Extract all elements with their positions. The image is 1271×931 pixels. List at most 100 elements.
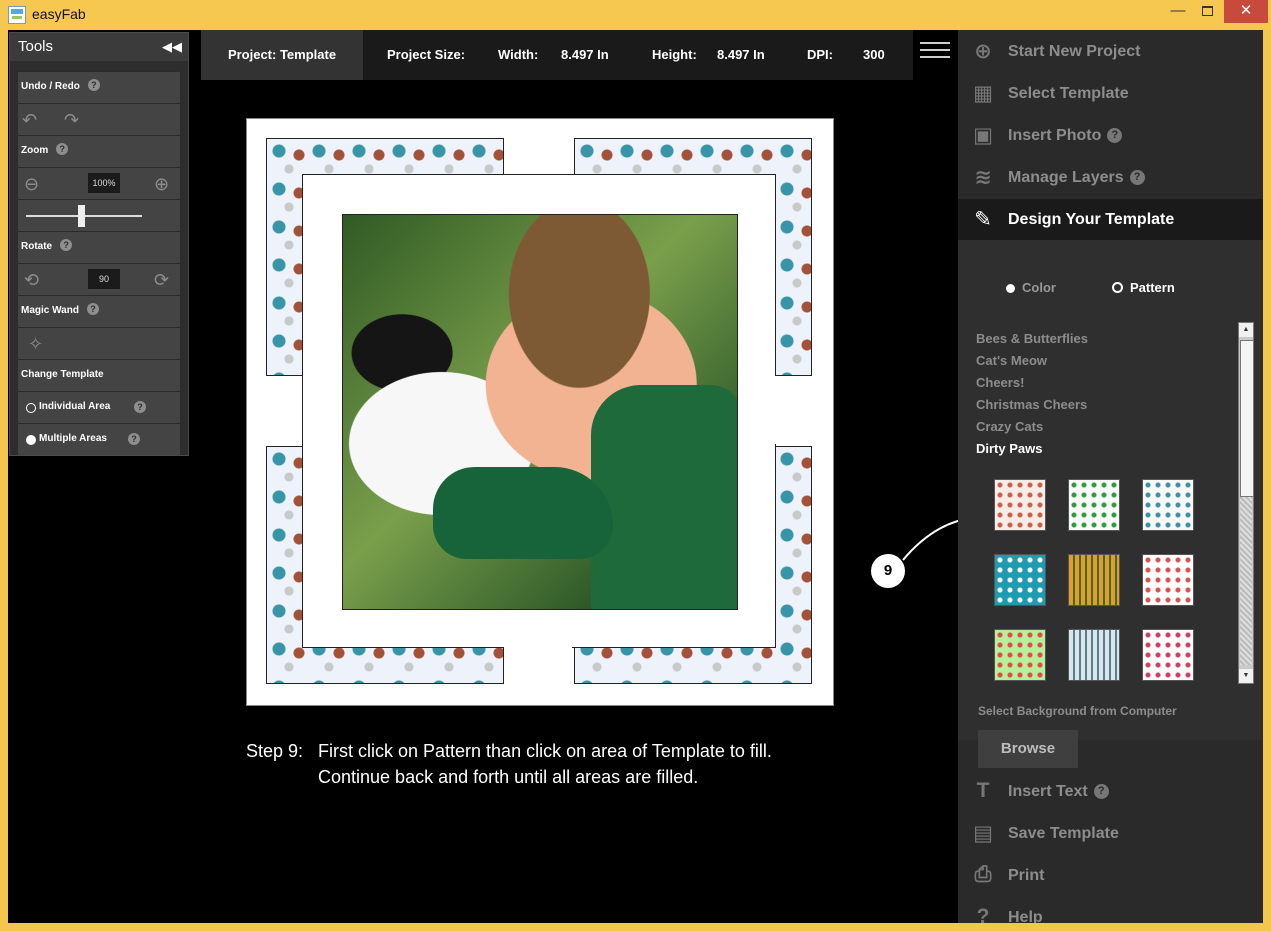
menu-start-new-project[interactable]: ⊕ Start New Project (958, 31, 1263, 73)
scroll-thumb[interactable] (1240, 340, 1254, 497)
pattern-swatch-paws-green[interactable] (1068, 479, 1120, 531)
individual-area-option[interactable]: Individual Area ? (18, 391, 180, 423)
window-title: easyFab (32, 6, 86, 22)
menu-label: Print (1008, 867, 1045, 884)
text-icon: T (976, 779, 990, 802)
maximize-icon (1201, 6, 1213, 16)
minimize-button[interactable]: — (1164, 0, 1192, 23)
tools-panel: Tools ◀◀ Undo / Redo? ↶ ↷ Zoom? ⊖ 100% ⊕ (9, 32, 189, 456)
multiple-areas-label: Multiple Areas (39, 433, 107, 444)
help-icon[interactable]: ? (1107, 128, 1123, 144)
width-value: 8.497 In (561, 47, 609, 62)
pattern-category[interactable]: Crazy Cats (976, 419, 1043, 434)
pattern-category[interactable]: Bees & Butterflies (976, 331, 1088, 346)
help-icon[interactable]: ? (60, 238, 73, 251)
menu-label: Start New Project (1008, 43, 1141, 60)
app-client-area: Tools ◀◀ Undo / Redo? ↶ ↷ Zoom? ⊖ 100% ⊕ (8, 30, 1263, 923)
menu-manage-layers[interactable]: ≋ Manage Layers? (958, 157, 1263, 199)
pattern-swatch-dots-multicolor[interactable] (1142, 554, 1194, 606)
photo-sleeve (433, 467, 613, 559)
individual-area-radio[interactable] (26, 403, 36, 413)
menu-help[interactable]: ? Help (958, 897, 1263, 923)
rotate-right-icon[interactable]: ⟳ (154, 270, 169, 291)
magic-wand-label-row: Magic Wand? (18, 295, 180, 327)
pattern-radio[interactable] (1112, 282, 1123, 293)
help-icon[interactable]: ? (134, 401, 146, 413)
pattern-swatch-hearts-white[interactable] (1142, 629, 1194, 681)
pattern-category[interactable]: Cat's Meow (976, 353, 1047, 368)
collapse-panel-icon[interactable]: ◀◀ (162, 33, 182, 61)
dpi-label: DPI: (807, 47, 833, 62)
undo-icon[interactable]: ↶ (22, 110, 37, 131)
rotate-left-icon[interactable]: ⟲ (24, 270, 39, 291)
browse-button[interactable]: Browse (978, 730, 1078, 768)
scroll-down-icon[interactable]: ▼ (1239, 669, 1253, 683)
pattern-category-selected[interactable]: Dirty Paws (976, 441, 1042, 456)
multiple-areas-option[interactable]: Multiple Areas ? (18, 423, 180, 455)
height-value: 8.497 In (717, 47, 765, 62)
template-gap-right (775, 376, 811, 444)
color-radio[interactable] (1006, 284, 1015, 293)
pattern-swatch-flowers-green[interactable] (994, 629, 1046, 681)
photo-icon: ▣ (973, 124, 993, 147)
magic-wand-icon[interactable]: ✧ (28, 334, 43, 355)
help-icon[interactable]: ? (86, 302, 99, 315)
menu-insert-photo[interactable]: ▣ Insert Photo? (958, 115, 1263, 157)
help-icon[interactable]: ? (128, 433, 140, 445)
category-scrollbar[interactable]: ▲ ▼ (1238, 322, 1254, 684)
help-icon[interactable]: ? (87, 78, 100, 91)
menu-label-text: Manage Layers (1008, 169, 1124, 186)
design-panel: Color Pattern Bees & Butterflies Cat's M… (958, 240, 1263, 768)
magic-wand-row: ✧ (18, 327, 180, 359)
menu-save-template[interactable]: ▤ Save Template (958, 813, 1263, 855)
redo-icon[interactable]: ↷ (64, 110, 79, 131)
menu-select-template[interactable]: ▦ Select Template (958, 73, 1263, 115)
palette-icon: ✎ (974, 208, 992, 231)
rotate-value[interactable]: 90 (88, 269, 120, 289)
scroll-up-icon[interactable]: ▲ (1239, 323, 1253, 337)
scroll-track[interactable] (1240, 497, 1252, 665)
help-icon[interactable]: ? (56, 142, 69, 155)
pattern-category[interactable]: Cheers! (976, 375, 1024, 390)
template-gap-top (504, 139, 572, 173)
pattern-swatch-dots-cream[interactable] (994, 479, 1046, 531)
pattern-option[interactable]: Pattern (1112, 280, 1175, 295)
pattern-swatch-paws-teal[interactable] (994, 554, 1046, 606)
project-name-tab[interactable]: Project: Template (201, 30, 363, 80)
menu-print[interactable]: ⎙ Print (958, 855, 1263, 897)
menu-insert-text[interactable]: T Insert Text? (958, 771, 1263, 813)
zoom-in-icon[interactable]: ⊕ (154, 174, 169, 195)
rotate-label-row: Rotate? (18, 231, 180, 263)
help-icon[interactable]: ? (1093, 784, 1109, 800)
save-template-icon: ▤ (973, 822, 993, 845)
pattern-swatch-stripes-orange[interactable] (1068, 554, 1120, 606)
template-gap-bottom (504, 647, 572, 683)
pattern-swatch-stripes-multi[interactable] (1068, 629, 1120, 681)
zoom-value[interactable]: 100% (88, 173, 120, 193)
tools-title: Tools (18, 38, 54, 55)
zoom-out-icon[interactable]: ⊖ (24, 174, 39, 195)
hamburger-menu-icon[interactable] (920, 42, 950, 60)
zoom-slider-thumb[interactable] (78, 205, 85, 227)
width-label: Width: (498, 47, 539, 62)
change-template-label: Change Template (21, 369, 104, 380)
help-icon[interactable]: ? (1129, 170, 1145, 186)
menu-label: Select Template (1008, 85, 1129, 102)
step-text-line-2: Continue back and forth until all areas … (318, 767, 699, 787)
zoom-label: Zoom (21, 145, 49, 156)
step-number-label: Step 9: (246, 741, 304, 761)
photo-boy-and-dog[interactable] (342, 214, 738, 610)
multiple-areas-radio[interactable] (26, 435, 36, 445)
maximize-button[interactable] (1194, 0, 1220, 23)
color-option[interactable]: Color (1006, 280, 1056, 295)
pattern-category[interactable]: Christmas Cheers (976, 397, 1087, 412)
plus-circle-icon: ⊕ (974, 40, 992, 63)
pattern-swatch-dogs-hydrants[interactable] (1142, 479, 1194, 531)
undo-redo-row: ↶ ↷ (18, 103, 180, 135)
individual-area-label: Individual Area (39, 401, 111, 412)
change-template-row: Change Template (18, 359, 180, 391)
menu-label-text: Insert Text (1008, 783, 1088, 800)
close-button[interactable]: ✕ (1224, 0, 1268, 23)
pattern-option-label: Pattern (1130, 280, 1175, 295)
menu-design-your-template[interactable]: ✎ Design Your Template (958, 199, 1263, 241)
